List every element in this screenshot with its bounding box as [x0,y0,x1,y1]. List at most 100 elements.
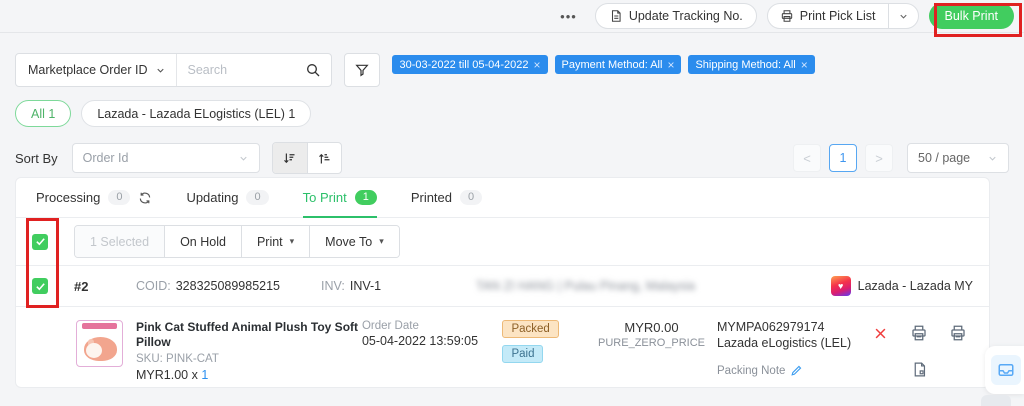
next-page-button[interactable]: > [865,144,893,172]
update-tracking-label: Update Tracking No. [628,9,743,23]
print-dropdown-button[interactable]: Print ▾ [240,226,310,257]
tab-label: Updating [186,190,239,205]
lazada-logo-icon: ♥ [830,276,851,296]
print-label: Print [256,234,283,249]
document-icon [609,9,623,23]
tab-to-print[interactable]: To Print 1 [302,179,377,218]
chevron-down-icon [898,11,909,22]
page-size-select[interactable]: 50 / page [907,143,1009,173]
more-actions-icon[interactable]: ••• [560,9,577,24]
quantity-value: 1 [201,368,209,382]
refresh-icon[interactable] [138,191,152,205]
cancel-x-icon[interactable] [867,320,893,346]
order-amount: MYR0.00 [624,320,679,335]
product-image[interactable] [76,320,123,367]
current-page-button[interactable]: 1 [829,144,857,172]
print-invoice-icon[interactable] [945,320,971,346]
packing-note-label: Packing Note [717,364,786,377]
print-pick-list-group: Print Pick List [766,3,919,29]
product-info: Pink Cat Stuffed Animal Plush Toy Soft P… [136,320,362,382]
store-filter-row: All 1 Lazada - Lazada ELogistics (LEL) 1 [15,100,312,127]
sort-ascending-button[interactable] [306,143,341,173]
inv-label: INV: [321,279,345,293]
tab-label: To Print [302,189,347,205]
sort-descending-icon [282,151,297,166]
close-icon[interactable]: × [534,59,541,71]
tracking-cell: MYMPA062979174 Lazada eLogistics (LEL) P… [717,320,867,382]
sort-by-label: Sort By [15,150,58,166]
price-value: MYR1.00 x [136,368,202,382]
on-hold-button[interactable]: On Hold [164,226,241,257]
edit-pencil-icon[interactable] [790,364,803,377]
tab-count-badge: 1 [354,189,377,205]
bulk-print-button[interactable]: Bulk Print [928,3,1014,29]
printer-icon [780,9,794,23]
tab-label: Processing [36,190,101,205]
move-to-dropdown-button[interactable]: Move To ▾ [309,226,399,257]
sort-descending-button[interactable] [272,143,307,173]
paid-badge: Paid [502,345,544,363]
product-price: MYR1.00 x 1 [136,368,362,382]
search-type-label: Marketplace Order ID [28,63,148,77]
order-management-page: ••• Update Tracking No. Print Pick List … [0,0,1024,406]
order-date-cell: Order Date 05-04-2022 13:59:05 [362,320,503,382]
sort-row: Sort By Order Id < 1 > 50 / page [15,142,1009,174]
store-cell: ♥ Lazada - Lazada MY [830,276,973,296]
inbox-chat-button[interactable] [991,355,1021,385]
filter-funnel-button[interactable] [344,53,381,87]
tracking-number: MYMPA062979174 [717,320,825,334]
sort-field-select[interactable]: Order Id [71,143,260,173]
customer-name-address-masked: TAN ZI HANG | Pulau Pinang, Malaysia [476,279,696,293]
page-size-value: 50 / page [918,151,971,165]
inbox-icon [997,361,1015,379]
packed-badge: Packed [502,320,559,338]
scroll-to-top-button[interactable] [981,395,1011,406]
status-tabs: Processing 0 Updating 0 To Print 1 Print… [16,178,989,218]
select-all-checkbox[interactable] [32,233,48,250]
close-icon[interactable]: × [667,59,674,71]
active-filter-tags: 30-03-2022 till 05-04-2022 × Payment Met… [392,55,815,74]
coid-value: 328325089985215 [175,279,281,293]
tab-count-badge: 0 [108,190,131,205]
order-header-row: #2 COID: 328325089985215 INV: INV-1 TAN … [16,265,989,307]
filter-tag-label: Payment Method: All [561,58,663,71]
tab-count-badge: 0 [460,190,483,205]
packing-note-row: Packing Note [717,364,867,377]
print-pick-list-dropdown[interactable] [887,4,918,28]
filter-row: Marketplace Order ID 30-03-2022 till 05-… [15,53,1024,87]
close-icon[interactable]: × [801,59,808,71]
caret-down-icon: ▾ [379,236,384,246]
print-pick-list-button[interactable]: Print Pick List [768,4,888,28]
coid-label: COID: [136,279,171,293]
order-invoice: INV: INV-1 [321,279,446,293]
order-date-value: 05-04-2022 13:59:05 [361,334,479,348]
order-row-number: #2 [74,278,89,294]
print-awb-icon[interactable] [906,320,932,346]
logistics-provider: Lazada eLogistics (LEL) [717,336,852,350]
filter-tag-payment-method: Payment Method: All × [554,55,682,74]
search-input[interactable] [177,63,296,77]
orders-card: Processing 0 Updating 0 To Print 1 Print… [15,177,990,388]
inv-value: INV-1 [349,279,382,293]
search-icon[interactable] [295,54,331,86]
bulk-action-group: 1 Selected On Hold Print ▾ Move To ▾ [74,225,400,258]
search-type-select[interactable]: Marketplace Order ID [16,54,178,86]
store-name: Lazada - Lazada MY [857,279,973,293]
funnel-icon [354,62,370,78]
tab-printed[interactable]: Printed 0 [411,178,483,217]
pagination: < 1 > 50 / page [793,143,1009,173]
store-pill-all[interactable]: All 1 [15,100,72,127]
document-file-icon[interactable] [906,356,932,382]
chevron-down-icon [155,65,166,76]
filter-tag-date-range: 30-03-2022 till 05-04-2022 × [392,55,548,74]
order-row-checkbox[interactable] [32,278,48,294]
product-sku: SKU: PINK-CAT [136,353,219,365]
update-tracking-button[interactable]: Update Tracking No. [594,3,757,29]
tab-updating[interactable]: Updating 0 [186,178,269,217]
store-pill-lazada-lel[interactable]: Lazada - Lazada ELogistics (LEL) 1 [81,100,312,127]
selected-count-button: 1 Selected [75,226,165,257]
prev-page-button[interactable]: < [793,144,821,172]
tab-processing[interactable]: Processing 0 [36,178,152,217]
status-badges: Packed Paid [502,320,586,382]
